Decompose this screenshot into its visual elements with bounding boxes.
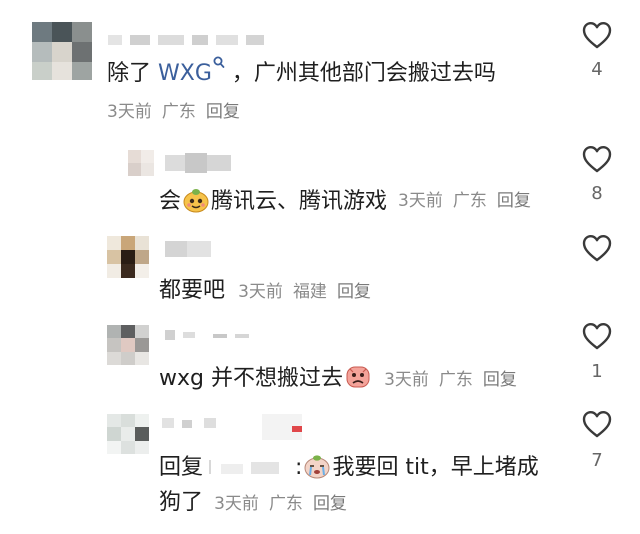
crying-sticker-icon: [304, 455, 330, 479]
reply-button[interactable]: 回复: [206, 102, 240, 122]
heart-outline-icon[interactable]: [582, 145, 612, 173]
comment-line: wxg 并不想搬过去 3天前 广东 回复: [159, 360, 527, 392]
comment-text: 会 腾讯云、腾讯游戏: [159, 183, 387, 215]
like-count: 4: [591, 59, 603, 80]
comment-text-suffix: 腾讯云、腾讯游戏: [211, 189, 388, 214]
reply-colon: :: [295, 455, 303, 480]
comment-text: 回复: 我要回 tit，早上堵成: [159, 449, 539, 481]
avatar[interactable]: [107, 236, 149, 278]
comment-line-2: 狗了 3天前 广东 回复: [159, 484, 357, 516]
avatar[interactable]: [128, 150, 154, 176]
comment-meta: 3天前 广东 回复: [107, 97, 250, 122]
username-blurred[interactable]: [165, 153, 235, 173]
comment-text-suffix: ，广州其他部门会搬过去吗: [224, 61, 496, 86]
comment-meta: 3天前 福建 回复: [238, 282, 381, 302]
search-icon[interactable]: [213, 56, 225, 70]
reply-prefix: 回复: [159, 455, 204, 480]
comment-location: 广东: [161, 102, 196, 122]
comment-text: 都要吧: [159, 278, 226, 303]
comment-meta: 3天前 广东 回复: [384, 370, 527, 390]
comment-text-line2: 狗了: [159, 490, 204, 515]
username-blurred[interactable]: [165, 240, 215, 258]
smiling-sticker-icon: [183, 189, 209, 213]
comment-location: 福建: [292, 282, 327, 302]
avatar[interactable]: [32, 22, 92, 80]
like-count: 8: [591, 183, 603, 204]
comment-location: 广东: [438, 370, 473, 390]
heart-outline-icon[interactable]: [582, 234, 612, 262]
comment-line: 都要吧 3天前 福建 回复: [159, 272, 381, 304]
comment-time: 3天前: [214, 494, 259, 514]
reply-button[interactable]: 回复: [497, 191, 531, 211]
username-blurred[interactable]: [162, 414, 312, 442]
comment-time: 3天前: [384, 370, 429, 390]
username-blurred[interactable]: [165, 328, 260, 342]
comment-time: 3天前: [107, 102, 152, 122]
comment-text-prefix: 会: [159, 189, 182, 214]
like-count: 1: [591, 361, 603, 382]
comment-text: wxg 并不想搬过去: [159, 366, 343, 391]
reply-button[interactable]: 回复: [337, 282, 371, 302]
comment-meta: 3天前 广东 回复: [214, 494, 357, 514]
comment-meta: 3天前 广东 回复: [398, 186, 541, 211]
comment-location: 广东: [452, 191, 487, 211]
search-keyword-link[interactable]: WXG: [158, 61, 212, 86]
comment-text: 除了 WXG ，广州其他部门会搬过去吗: [107, 55, 496, 87]
comment-text-prefix: 除了: [107, 61, 158, 86]
comment-time: 3天前: [398, 191, 443, 211]
avatar[interactable]: [107, 325, 149, 365]
comment-text-line1: 我要回 tit，早上堵成: [332, 455, 539, 480]
reply-target-blurred[interactable]: [203, 456, 295, 478]
comment-time: 3天前: [238, 282, 283, 302]
sad-sticker-icon: [346, 366, 370, 388]
heart-outline-icon[interactable]: [582, 410, 612, 438]
avatar[interactable]: [107, 414, 149, 454]
comment-location: 广东: [268, 494, 303, 514]
heart-outline-icon[interactable]: [582, 322, 612, 350]
heart-outline-icon[interactable]: [582, 21, 612, 49]
username-blurred[interactable]: [108, 33, 268, 47]
reply-button[interactable]: 回复: [483, 370, 517, 390]
reply-button[interactable]: 回复: [313, 494, 347, 514]
like-count: 7: [591, 450, 603, 471]
